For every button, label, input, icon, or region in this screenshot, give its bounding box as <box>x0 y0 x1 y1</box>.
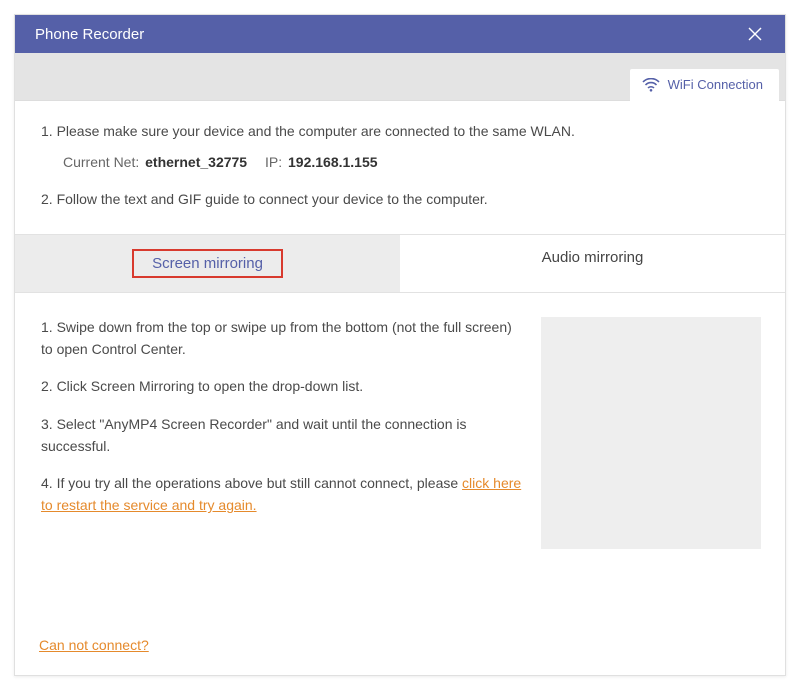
tab-audio-label: Audio mirroring <box>542 249 644 266</box>
instructions-text: 1. Swipe down from the top or swipe up f… <box>41 317 523 549</box>
setup-steps: 1. Please make sure your device and the … <box>15 101 785 234</box>
tab-screen-label: Screen mirroring <box>132 249 283 278</box>
guide-gif-placeholder <box>541 317 761 549</box>
wifi-tab-label: WiFi Connection <box>668 77 763 92</box>
instruction-3: 3. Select "AnyMP4 Screen Recorder" and w… <box>41 414 523 457</box>
current-net-value: ethernet_32775 <box>145 154 247 170</box>
wifi-icon <box>642 78 660 92</box>
instruction-4-prefix: 4. If you try all the operations above b… <box>41 475 462 491</box>
current-net-label: Current Net: <box>63 154 139 170</box>
tab-audio-mirroring[interactable]: Audio mirroring <box>400 235 785 292</box>
ip-label: IP: <box>265 154 282 170</box>
connection-type-bar: WiFi Connection <box>15 53 785 101</box>
wifi-connection-tab[interactable]: WiFi Connection <box>630 69 779 102</box>
network-info: Current Net: ethernet_32775 IP: 192.168.… <box>63 152 759 173</box>
instruction-2: 2. Click Screen Mirroring to open the dr… <box>41 376 523 398</box>
instructions-area: 1. Swipe down from the top or swipe up f… <box>15 293 785 559</box>
tab-screen-mirroring[interactable]: Screen mirroring <box>15 235 400 292</box>
step-2-text: 2. Follow the text and GIF guide to conn… <box>41 189 759 210</box>
window-title: Phone Recorder <box>35 26 144 43</box>
instruction-1: 1. Swipe down from the top or swipe up f… <box>41 317 523 360</box>
cannot-connect-link[interactable]: Can not connect? <box>39 637 149 653</box>
mirroring-tabs: Screen mirroring Audio mirroring <box>15 234 785 293</box>
step-1-text: 1. Please make sure your device and the … <box>41 121 759 142</box>
footer: Can not connect? <box>15 637 785 675</box>
phone-recorder-window: Phone Recorder WiFi Connection 1. Please… <box>14 14 786 676</box>
close-button[interactable] <box>741 20 769 48</box>
ip-value: 192.168.1.155 <box>288 154 378 170</box>
instruction-4: 4. If you try all the operations above b… <box>41 473 523 516</box>
titlebar: Phone Recorder <box>15 15 785 53</box>
close-icon <box>747 26 763 42</box>
